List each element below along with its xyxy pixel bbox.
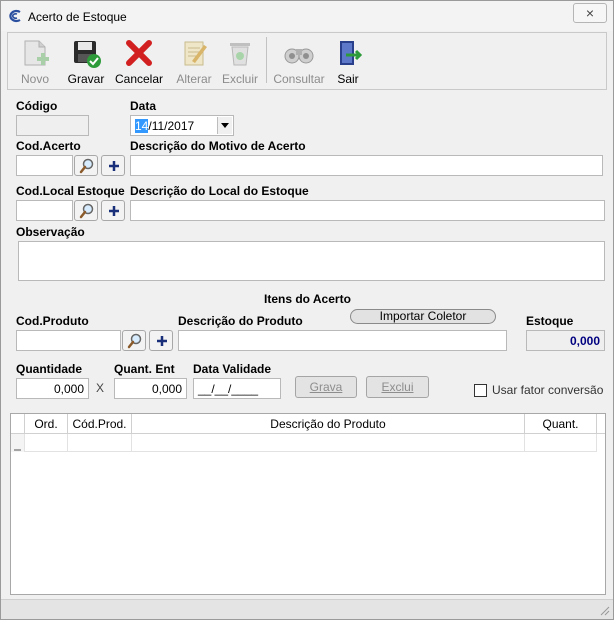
title-bar: Acerto de Estoque ×	[1, 1, 613, 31]
cancelar-button[interactable]: Cancelar	[112, 35, 166, 87]
novo-button[interactable]: Novo	[10, 35, 60, 87]
usar-fator-label: Usar fator conversão	[492, 383, 604, 397]
magnifier-icon	[79, 203, 94, 219]
cod-acerto-label: Cod.Acerto	[16, 139, 81, 153]
desc-motivo-label: Descrição do Motivo de Acerto	[130, 139, 306, 153]
cod-local-field[interactable]	[16, 200, 73, 221]
grid-col-cod-prod[interactable]: Cód.Prod.	[68, 414, 132, 434]
observacao-textarea[interactable]	[18, 241, 605, 281]
sair-button[interactable]: Sair	[328, 35, 368, 87]
excluir-button[interactable]: Excluir	[216, 35, 264, 87]
toolbar-separator	[266, 37, 267, 83]
cod-local-search-button[interactable]	[74, 200, 98, 221]
desc-local-label: Descrição do Local do Estoque	[130, 184, 309, 198]
data-label: Data	[130, 99, 157, 113]
exit-door-icon	[340, 41, 363, 65]
itens-grid[interactable]: Ord. Cód.Prod. Descrição do Produto Quan…	[10, 413, 606, 595]
plus-icon	[157, 336, 167, 346]
importar-coletor-button[interactable]: Importar Coletor	[350, 309, 496, 324]
cod-local-label: Cod.Local Estoque	[16, 184, 125, 198]
plus-icon	[109, 161, 119, 171]
cod-acerto-search-button[interactable]	[74, 155, 98, 176]
gravar-button[interactable]: Gravar	[62, 35, 110, 87]
table-row[interactable]	[11, 434, 597, 452]
quantidade-label: Quantidade	[16, 362, 83, 376]
acerto-estoque-window: Acerto de Estoque × Novo Gravar Cancelar…	[0, 0, 614, 620]
edit-note-icon	[184, 41, 207, 66]
desc-produto-label: Descrição do Produto	[178, 314, 303, 328]
cod-acerto-field[interactable]	[16, 155, 73, 176]
quantidade-field[interactable]: 0,000	[16, 378, 89, 399]
cod-produto-field[interactable]	[16, 330, 121, 351]
cancel-x-icon	[126, 40, 152, 66]
data-date-picker[interactable]: 14/11/2017	[130, 115, 234, 136]
magnifier-icon	[127, 333, 142, 349]
observacao-label: Observação	[16, 225, 85, 239]
toolbar: Novo Gravar Cancelar Alterar Excluir Con…	[7, 32, 607, 90]
exclui-button[interactable]: Exclui	[366, 376, 429, 398]
estoque-label: Estoque	[526, 314, 574, 328]
grid-col-descricao[interactable]: Descrição do Produto	[132, 414, 525, 434]
cell-descricao[interactable]	[132, 434, 525, 452]
codigo-field[interactable]	[16, 115, 89, 136]
window-title: Acerto de Estoque	[28, 10, 127, 24]
close-button[interactable]: ×	[573, 3, 607, 23]
data-validade-field[interactable]: __/__/____	[193, 378, 281, 399]
status-bar	[1, 599, 613, 619]
new-document-icon	[24, 40, 49, 66]
grid-header: Ord. Cód.Prod. Descrição do Produto Quan…	[11, 414, 605, 434]
desc-motivo-field[interactable]	[130, 155, 603, 176]
data-validade-label: Data Validade	[193, 362, 272, 376]
save-disk-icon	[74, 41, 101, 68]
grava-button[interactable]: Grava	[295, 376, 357, 398]
cell-quant[interactable]	[525, 434, 597, 452]
cell-cod-prod[interactable]	[68, 434, 132, 452]
binoculars-icon	[284, 48, 314, 64]
resize-grip-icon[interactable]	[600, 606, 610, 616]
chevron-down-icon[interactable]	[217, 117, 232, 134]
alterar-button[interactable]: Alterar	[168, 35, 220, 87]
data-rest-part: /11/2017	[148, 119, 195, 133]
trash-icon	[230, 43, 250, 66]
desc-produto-field[interactable]	[178, 330, 507, 351]
cod-acerto-add-button[interactable]	[101, 155, 125, 176]
cod-produto-add-button[interactable]	[149, 330, 173, 351]
quant-ent-label: Quant. Ent	[114, 362, 175, 376]
row-indicator	[11, 434, 25, 452]
codigo-label: Código	[16, 99, 58, 113]
magnifier-icon	[79, 158, 94, 174]
usar-fator-checkbox[interactable]	[474, 384, 487, 397]
row-pointer-icon	[14, 449, 21, 451]
grid-col-quant[interactable]: Quant.	[525, 414, 597, 434]
cod-local-add-button[interactable]	[101, 200, 125, 221]
multiply-symbol: X	[96, 381, 105, 395]
estoque-value: 0,000	[526, 330, 605, 351]
grid-indicator-header	[11, 414, 25, 434]
consultar-button[interactable]: Consultar	[272, 35, 326, 87]
itens-section-title: Itens do Acerto	[264, 292, 351, 306]
cod-produto-label: Cod.Produto	[16, 314, 89, 328]
cod-produto-search-button[interactable]	[122, 330, 146, 351]
grid-col-ord[interactable]: Ord.	[25, 414, 68, 434]
quant-ent-field[interactable]: 0,000	[114, 378, 187, 399]
desc-local-field[interactable]	[130, 200, 605, 221]
close-icon: ×	[585, 5, 595, 21]
plus-icon	[109, 206, 119, 216]
cell-ord[interactable]	[25, 434, 68, 452]
data-selected-part: 14	[135, 119, 149, 133]
app-logo-icon	[9, 9, 21, 23]
